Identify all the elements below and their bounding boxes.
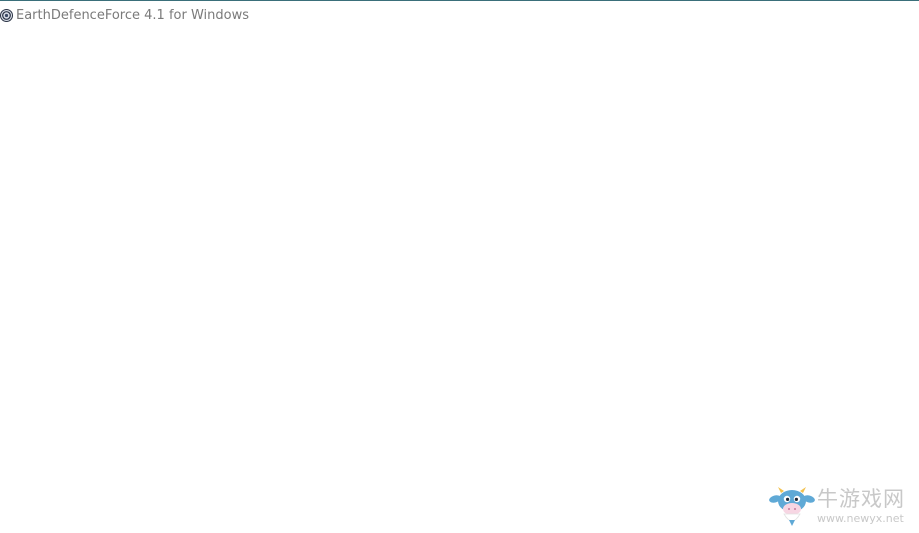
watermark-url: www.newyx.net [817, 511, 904, 525]
cow-mascot-icon [769, 487, 815, 526]
site-watermark: 牛游戏网 www.newyx.net [769, 484, 914, 528]
app-window: EarthDefenceForce 4.1 for Windows 牛游戏网 w… [0, 0, 919, 533]
title-bar[interactable]: EarthDefenceForce 4.1 for Windows [0, 1, 919, 30]
app-icon[interactable] [0, 9, 13, 22]
watermark-brand: 牛游戏网 [817, 486, 905, 511]
window-title: EarthDefenceForce 4.1 for Windows [16, 8, 249, 23]
game-viewport[interactable] [0, 30, 919, 533]
watermark-text: 牛游戏网 www.newyx.net [817, 486, 905, 525]
